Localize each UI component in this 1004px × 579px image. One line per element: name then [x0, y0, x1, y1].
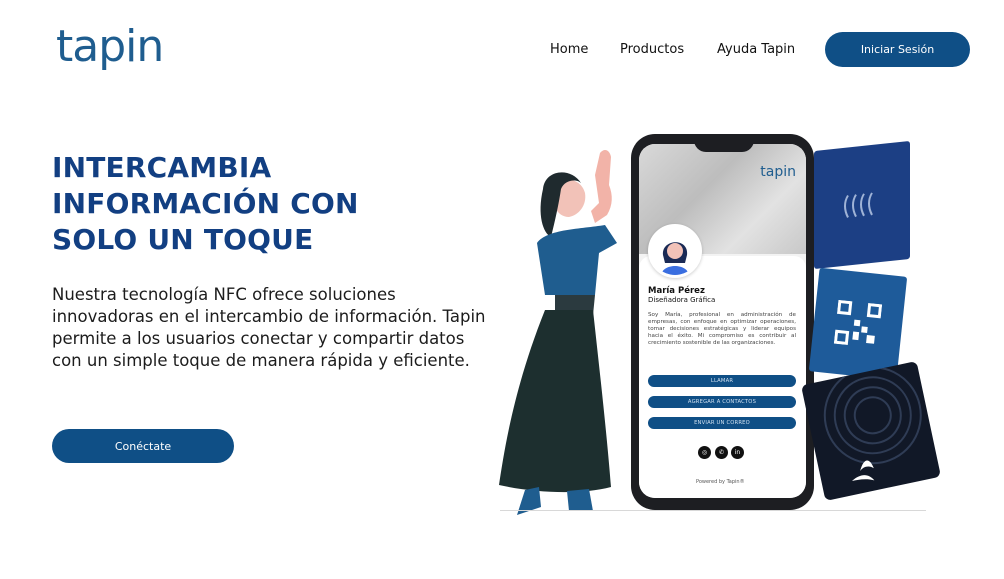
profile-name: María Pérez — [648, 286, 705, 296]
nav-home[interactable]: Home — [550, 42, 588, 57]
profile-brand: tapin — [760, 164, 796, 180]
phone-notch — [694, 134, 754, 152]
hero-headline: INTERCAMBIA INFORMACIÓN CON SOLO UN TOQU… — [52, 150, 472, 258]
whatsapp-icon[interactable]: ✆ — [715, 446, 728, 459]
tapin-logo[interactable]: tapin — [56, 22, 164, 72]
headline-line-2: INFORMACIÓN CON — [52, 187, 359, 220]
powered-by: Powered by Tapin® — [696, 479, 745, 485]
linkedin-icon[interactable]: in — [731, 446, 744, 459]
call-button[interactable]: LLAMAR — [648, 375, 796, 387]
nav-products[interactable]: Productos — [620, 42, 684, 57]
tapin-card-pattern — [823, 366, 922, 482]
instagram-icon[interactable]: ◎ — [698, 446, 711, 459]
profile-role: Diseñadora Gráfica — [648, 296, 716, 304]
nfc-card — [814, 140, 910, 270]
login-button[interactable]: Iniciar Sesión — [825, 32, 970, 67]
nav-help[interactable]: Ayuda Tapin — [717, 42, 795, 57]
headline-line-1: INTERCAMBIA — [52, 151, 272, 184]
send-email-button[interactable]: ENVIAR UN CORREO — [648, 417, 796, 429]
nfc-icon — [844, 192, 873, 219]
tapin-card — [801, 361, 941, 501]
add-contact-button[interactable]: AGREGAR A CONTACTOS — [648, 396, 796, 408]
hero-description: Nuestra tecnología NFC ofrece soluciones… — [52, 285, 486, 370]
woman-illustration — [499, 150, 617, 515]
qr-card — [808, 267, 908, 381]
profile-avatar — [648, 224, 702, 278]
qr-code-icon — [833, 299, 883, 346]
headline-line-3: SOLO UN TOQUE — [52, 223, 314, 256]
profile-bio: Soy María, profesional en administración… — [648, 312, 796, 346]
ground-line — [500, 510, 926, 511]
connect-button[interactable]: Conéctate — [52, 429, 234, 463]
